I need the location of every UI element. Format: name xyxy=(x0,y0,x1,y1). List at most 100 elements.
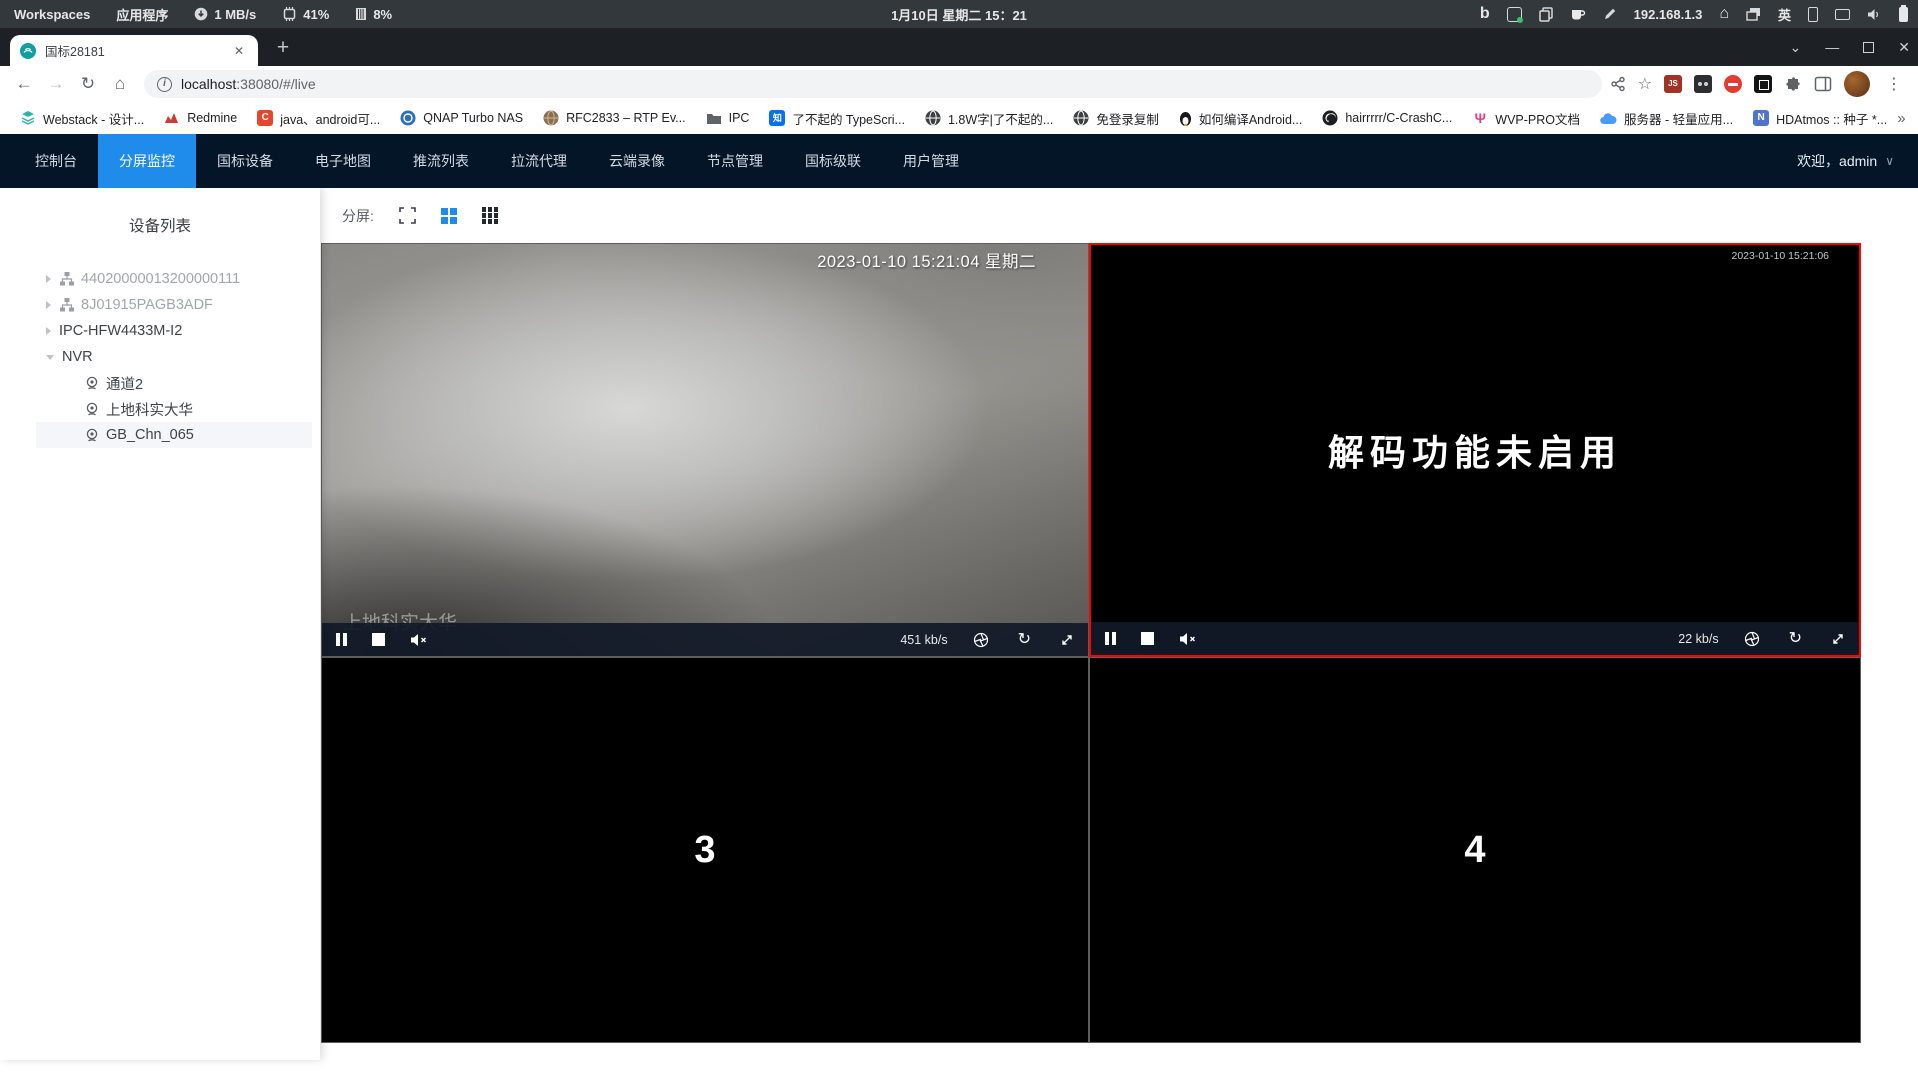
caret-right-icon[interactable] xyxy=(46,275,51,283)
split-screen-toolbar: 分屏: xyxy=(320,188,1918,243)
home-tray-icon[interactable]: ⌂ xyxy=(1719,5,1729,23)
screenshot-app-icon[interactable] xyxy=(1506,6,1523,23)
bing-tray-icon[interactable]: b xyxy=(1480,5,1490,23)
nav-item-emap[interactable]: 电子地图 xyxy=(294,134,392,188)
bookmark-csdn[interactable]: C java、android可... xyxy=(247,109,390,128)
aperture-settings-icon[interactable] xyxy=(1744,631,1760,647)
bookmark-github-crashc[interactable]: hairrrrr/C-CrashC... xyxy=(1312,110,1462,126)
volume-icon[interactable] xyxy=(1867,8,1882,21)
tree-node-gb-chn-065[interactable]: GB_Chn_065 xyxy=(36,422,312,448)
bookmark-qnap[interactable]: QNAP Turbo NAS xyxy=(390,110,533,126)
bookmark-webstack[interactable]: Webstack - 设计... xyxy=(10,109,154,128)
pause-button[interactable] xyxy=(336,633,347,646)
window-minimize-button[interactable]: — xyxy=(1825,39,1839,55)
bookmark-folder-ipc[interactable]: IPC xyxy=(696,111,760,125)
extension-adblock-icon[interactable] xyxy=(1724,75,1742,93)
bookmark-star-icon[interactable]: ☆ xyxy=(1638,74,1652,94)
side-panel-icon[interactable] xyxy=(1814,76,1832,92)
forward-button[interactable]: → xyxy=(40,68,72,100)
refresh-icon[interactable]: ↻ xyxy=(1789,630,1802,647)
new-tab-button[interactable]: + xyxy=(268,34,298,64)
bookmark-18w[interactable]: 1.8W字|了不起的... xyxy=(915,109,1063,128)
refresh-icon[interactable]: ↻ xyxy=(1018,631,1031,648)
split-3x3-button[interactable] xyxy=(481,207,499,224)
nav-item-gb-devices[interactable]: 国标设备 xyxy=(196,134,294,188)
tree-node-nvr[interactable]: NVR xyxy=(36,344,312,370)
url-path: :38080/#/live xyxy=(236,76,316,92)
back-button[interactable]: ← xyxy=(8,68,40,100)
nav-item-split-monitor[interactable]: 分屏监控 xyxy=(98,134,196,188)
extension-dark-icon[interactable] xyxy=(1754,75,1772,93)
nav-item-user-manage[interactable]: 用户管理 xyxy=(882,134,980,188)
profile-avatar[interactable] xyxy=(1844,71,1870,97)
mute-icon[interactable] xyxy=(410,633,428,647)
bookmark-zhihu-typescript[interactable]: 知 了不起的 TypeScri... xyxy=(759,109,915,128)
split-2x2-button[interactable] xyxy=(440,207,457,224)
tree-node-channel2[interactable]: 通道2 xyxy=(36,370,312,396)
workspaces-button[interactable]: Workspaces xyxy=(14,7,90,22)
input-method-indicator[interactable]: 英 xyxy=(1778,5,1791,24)
tree-node-ipc[interactable]: IPC-HFW4433M-I2 xyxy=(36,318,312,344)
nav-item-pull-proxy[interactable]: 拉流代理 xyxy=(490,134,588,188)
nav-item-push-list[interactable]: 推流列表 xyxy=(392,134,490,188)
pause-button[interactable] xyxy=(1105,632,1116,645)
wvp-icon: Ψ xyxy=(1474,110,1486,126)
browser-tab-active[interactable]: 国标28181 ✕ xyxy=(10,35,258,66)
battery-icon[interactable] xyxy=(1899,4,1908,22)
tree-node-gb-device-1[interactable]: 44020000013200000111 xyxy=(36,266,312,292)
extension-js-icon[interactable]: JS xyxy=(1664,75,1682,93)
share-icon[interactable] xyxy=(1610,76,1626,92)
video-cell-4[interactable]: 4 xyxy=(1089,657,1861,1043)
window-close-button[interactable]: ✕ xyxy=(1898,39,1910,56)
bookmark-android-compile[interactable]: 如何编译Android... xyxy=(1169,109,1313,128)
expand-icon[interactable] xyxy=(1831,632,1845,646)
window-maximize-button[interactable] xyxy=(1863,41,1875,53)
caret-right-icon[interactable] xyxy=(46,327,51,335)
home-button[interactable]: ⌂ xyxy=(104,68,136,100)
color-picker-icon[interactable] xyxy=(1603,7,1617,21)
expand-icon[interactable] xyxy=(1060,633,1074,647)
display-icon[interactable] xyxy=(1835,8,1850,20)
qnap-globe-icon xyxy=(400,110,416,126)
mute-icon[interactable] xyxy=(1179,632,1197,646)
bookmarks-overflow-chevron[interactable]: » xyxy=(1897,110,1918,127)
applications-menu[interactable]: 应用程序 xyxy=(116,5,168,24)
nav-item-gb-cascade[interactable]: 国标级联 xyxy=(784,134,882,188)
nav-item-node-manage[interactable]: 节点管理 xyxy=(686,134,784,188)
user-menu[interactable]: 欢迎，admin ∨ xyxy=(1797,151,1918,171)
stop-button[interactable] xyxy=(1141,632,1154,645)
video-cell-1[interactable]: 2023-01-10 15:21:04 星期二 上地科实大华 451 kb/s … xyxy=(321,243,1089,657)
tree-node-gb-device-2[interactable]: 8J01915PAGB3ADF xyxy=(36,292,312,318)
site-info-icon[interactable]: i xyxy=(157,76,172,92)
bookmark-copy-free[interactable]: 免登录复制 xyxy=(1063,109,1169,128)
stop-button[interactable] xyxy=(372,633,385,646)
fullscreen-icon[interactable] xyxy=(399,207,416,224)
browser-menu-kebab-icon[interactable]: ⋮ xyxy=(1882,74,1906,94)
caret-right-icon[interactable] xyxy=(46,301,51,309)
phone-screen-icon[interactable] xyxy=(1808,6,1818,22)
extensions-puzzle-icon[interactable] xyxy=(1784,75,1802,93)
aperture-settings-icon[interactable] xyxy=(973,632,989,648)
bookmark-redmine[interactable]: Redmine xyxy=(154,111,247,125)
video-cell-2[interactable]: 2023-01-10 15:21:06 解码功能未启用 22 kb/s ↻ xyxy=(1089,243,1861,657)
bookmark-wvp-docs[interactable]: Ψ WVP-PRO文档 xyxy=(1462,109,1590,128)
camera-icon xyxy=(86,376,98,390)
video-cell-3[interactable]: 3 xyxy=(321,657,1089,1043)
sidebar-title: 设备列表 xyxy=(128,218,191,235)
extension-tampermonkey-icon[interactable] xyxy=(1694,75,1712,93)
reload-button[interactable]: ↻ xyxy=(72,68,104,100)
tab-close-button[interactable]: ✕ xyxy=(230,42,248,60)
nav-item-console[interactable]: 控制台 xyxy=(14,134,98,188)
bookmark-lighthouse-server[interactable]: 服务器 - 轻量应用... xyxy=(1590,109,1743,128)
clipboard-copy-icon[interactable] xyxy=(1538,6,1553,22)
nav-item-cloud-record[interactable]: 云端录像 xyxy=(588,134,686,188)
device-tree: 44020000013200000111 8J01915PAGB3ADF IPC… xyxy=(36,266,312,448)
url-bar[interactable]: i localhost:38080/#/live xyxy=(144,70,1602,98)
bookmark-hdatmos[interactable]: N HDAtmos :: 种子 *... xyxy=(1743,109,1897,128)
stacked-windows-icon[interactable] xyxy=(1746,7,1761,21)
bookmark-rfc2833[interactable]: RFC2833 – RTP Ev... xyxy=(533,110,696,126)
coffee-caffeine-icon[interactable] xyxy=(1570,8,1586,21)
caret-down-icon[interactable] xyxy=(46,354,54,360)
tree-node-shangdi-camera[interactable]: 上地科实大华 xyxy=(36,396,312,422)
tab-search-chevron[interactable]: ⌄ xyxy=(1790,39,1802,56)
